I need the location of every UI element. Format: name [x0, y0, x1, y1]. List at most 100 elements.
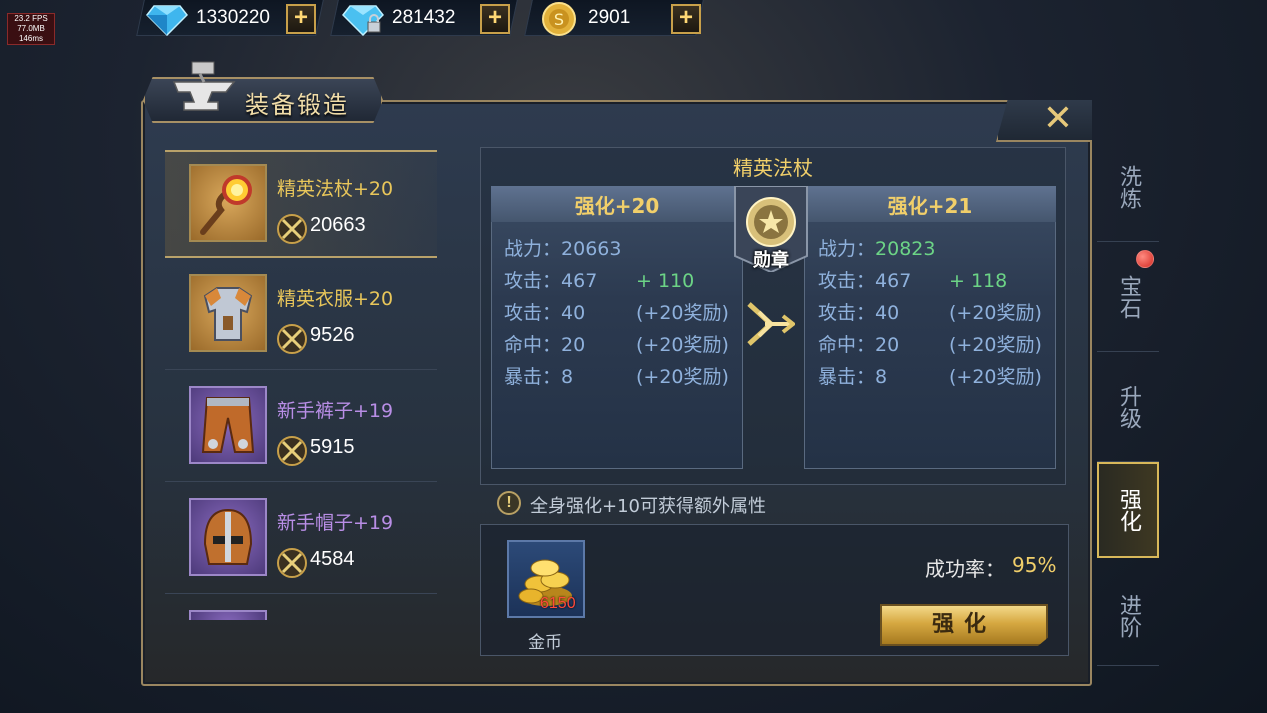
info-icon: !: [497, 491, 521, 515]
stat-row: 暴击：8: [818, 361, 887, 393]
stat-bonus: (+20奖励): [636, 302, 729, 324]
tab-upgrade[interactable]: 升级: [1097, 352, 1159, 462]
stat-row: 攻击：40: [818, 297, 899, 329]
equipment-power: 5915: [310, 436, 355, 458]
stat-value: 8: [561, 366, 574, 388]
gold-coin-icon: S: [542, 2, 576, 36]
stat-label: 攻击：: [504, 302, 562, 324]
combat-power-icon: [277, 436, 307, 466]
equipment-power: 9526: [310, 324, 355, 346]
medal-label: 勋章: [753, 250, 789, 271]
equipment-name: 精英衣服+20: [277, 288, 394, 310]
stat-value: 40: [875, 302, 900, 324]
equipment-list[interactable]: 精英法杖+20 20663 精英衣服+20 9526 新手裤子+19 5915 …: [165, 150, 440, 620]
equipment-slot-icon: [189, 610, 267, 620]
tab-label: 洗炼: [1116, 164, 1141, 209]
stat-label: 暴击：: [818, 366, 876, 388]
tab-label: 进阶: [1116, 593, 1141, 638]
close-button[interactable]: ✕: [1040, 101, 1076, 137]
stat-label: 暴击：: [504, 366, 562, 388]
equipment-name: 新手帽子+19: [277, 512, 394, 534]
memory-value: 77.0MB: [17, 24, 45, 33]
notification-dot-icon: [1136, 250, 1154, 268]
stat-row: 暴击：8: [504, 361, 573, 393]
gold-amount: 2901: [588, 7, 631, 28]
stat-bonus: (+20奖励): [949, 334, 1042, 356]
tip-text: 全身强化+10可获得额外属性: [530, 496, 766, 517]
stat-bonus: (+20奖励): [636, 334, 729, 356]
stat-label: 攻击：: [818, 270, 876, 292]
bound-diamond-amount: 281432: [392, 7, 456, 28]
stat-bonus: + 110: [636, 270, 695, 292]
anvil-icon: [172, 61, 236, 111]
equipment-name: 精英法杖+20: [277, 178, 394, 200]
stat-row: 攻击：40: [504, 297, 585, 329]
stat-label: 战力：: [818, 238, 876, 260]
add-gold-button[interactable]: +: [671, 4, 701, 34]
stat-value: 467: [561, 270, 598, 292]
stat-label: 战力：: [504, 238, 562, 260]
add-bound-diamond-button[interactable]: +: [480, 4, 510, 34]
combat-power-icon: [277, 324, 307, 354]
tab-advance[interactable]: 进阶: [1097, 566, 1159, 666]
stat-bonus: (+20奖励): [949, 366, 1042, 388]
current-level-label: 强化+20: [574, 194, 660, 218]
stat-row: 命中：20: [818, 329, 899, 361]
tab-enhance[interactable]: 强化: [1097, 462, 1159, 558]
diamond-icon: [146, 5, 188, 36]
stat-label: 攻击：: [818, 302, 876, 324]
stat-value: 20: [875, 334, 900, 356]
stat-bonus: + 118: [949, 270, 1008, 292]
armor-icon: [189, 274, 267, 352]
stat-value: 20663: [561, 238, 622, 260]
equipment-name: 新手裤子+19: [277, 400, 394, 422]
stat-label: 攻击：: [504, 270, 562, 292]
stat-row: 命中：20: [504, 329, 585, 361]
success-rate-value: 95%: [1012, 553, 1057, 577]
stat-bonus: (+20奖励): [636, 366, 729, 388]
tab-label: 升级: [1116, 384, 1141, 429]
stat-row: 攻击：467: [504, 265, 597, 297]
stat-row: 攻击：467: [818, 265, 911, 297]
stat-label: 命中：: [504, 334, 562, 356]
stat-bonus: (+20奖励): [949, 302, 1042, 324]
combat-power-icon: [277, 214, 307, 244]
equipment-power: 20663: [310, 214, 366, 236]
stat-row: 战力：20663: [504, 233, 621, 265]
equipment-item-staff[interactable]: 精英法杖+20 20663: [165, 150, 437, 258]
upgrade-arrow-icon: [747, 302, 795, 346]
tab-refine[interactable]: 洗炼: [1097, 132, 1159, 242]
stat-label: 命中：: [818, 334, 876, 356]
equipment-item-armor[interactable]: 精英衣服+20 9526: [165, 262, 437, 370]
staff-icon: [189, 164, 267, 242]
stat-value: 8: [875, 366, 888, 388]
enhance-button[interactable]: 强化: [880, 604, 1048, 646]
equipment-item-helmet[interactable]: 新手帽子+19 4584: [165, 486, 437, 594]
frame-time-value: 146ms: [18, 34, 43, 43]
stat-row: 战力：20823: [818, 233, 935, 265]
bound-diamond-icon: [342, 5, 384, 36]
fps-value: 23.2 FPS: [14, 14, 48, 23]
pants-icon: [189, 386, 267, 464]
stat-value: 20: [561, 334, 586, 356]
equipment-item-partial[interactable]: [165, 598, 437, 620]
combat-power-icon: [277, 548, 307, 578]
cost-amount: 6150: [540, 595, 576, 612]
stat-value: 467: [875, 270, 912, 292]
tab-label: 宝石: [1116, 274, 1141, 319]
fps-counter: 23.2 FPS 77.0MB 146ms: [7, 13, 55, 45]
success-rate-label: 成功率：: [925, 557, 1005, 581]
stat-value: 40: [561, 302, 586, 324]
equipment-item-pants[interactable]: 新手裤子+19 5915: [165, 374, 437, 482]
stat-value: 20823: [875, 238, 936, 260]
add-diamond-button[interactable]: +: [286, 4, 316, 34]
equipment-power: 4584: [310, 548, 355, 570]
tab-label: 强化: [1116, 488, 1141, 532]
next-level-label: 强化+21: [887, 194, 973, 218]
cost-name: 金币: [528, 633, 562, 653]
panel-title: 装备锻造: [245, 91, 349, 119]
helmet-icon: [189, 498, 267, 576]
item-title: 精英法杖: [733, 156, 813, 180]
diamond-amount: 1330220: [196, 7, 270, 28]
svg-text:S: S: [554, 10, 564, 29]
